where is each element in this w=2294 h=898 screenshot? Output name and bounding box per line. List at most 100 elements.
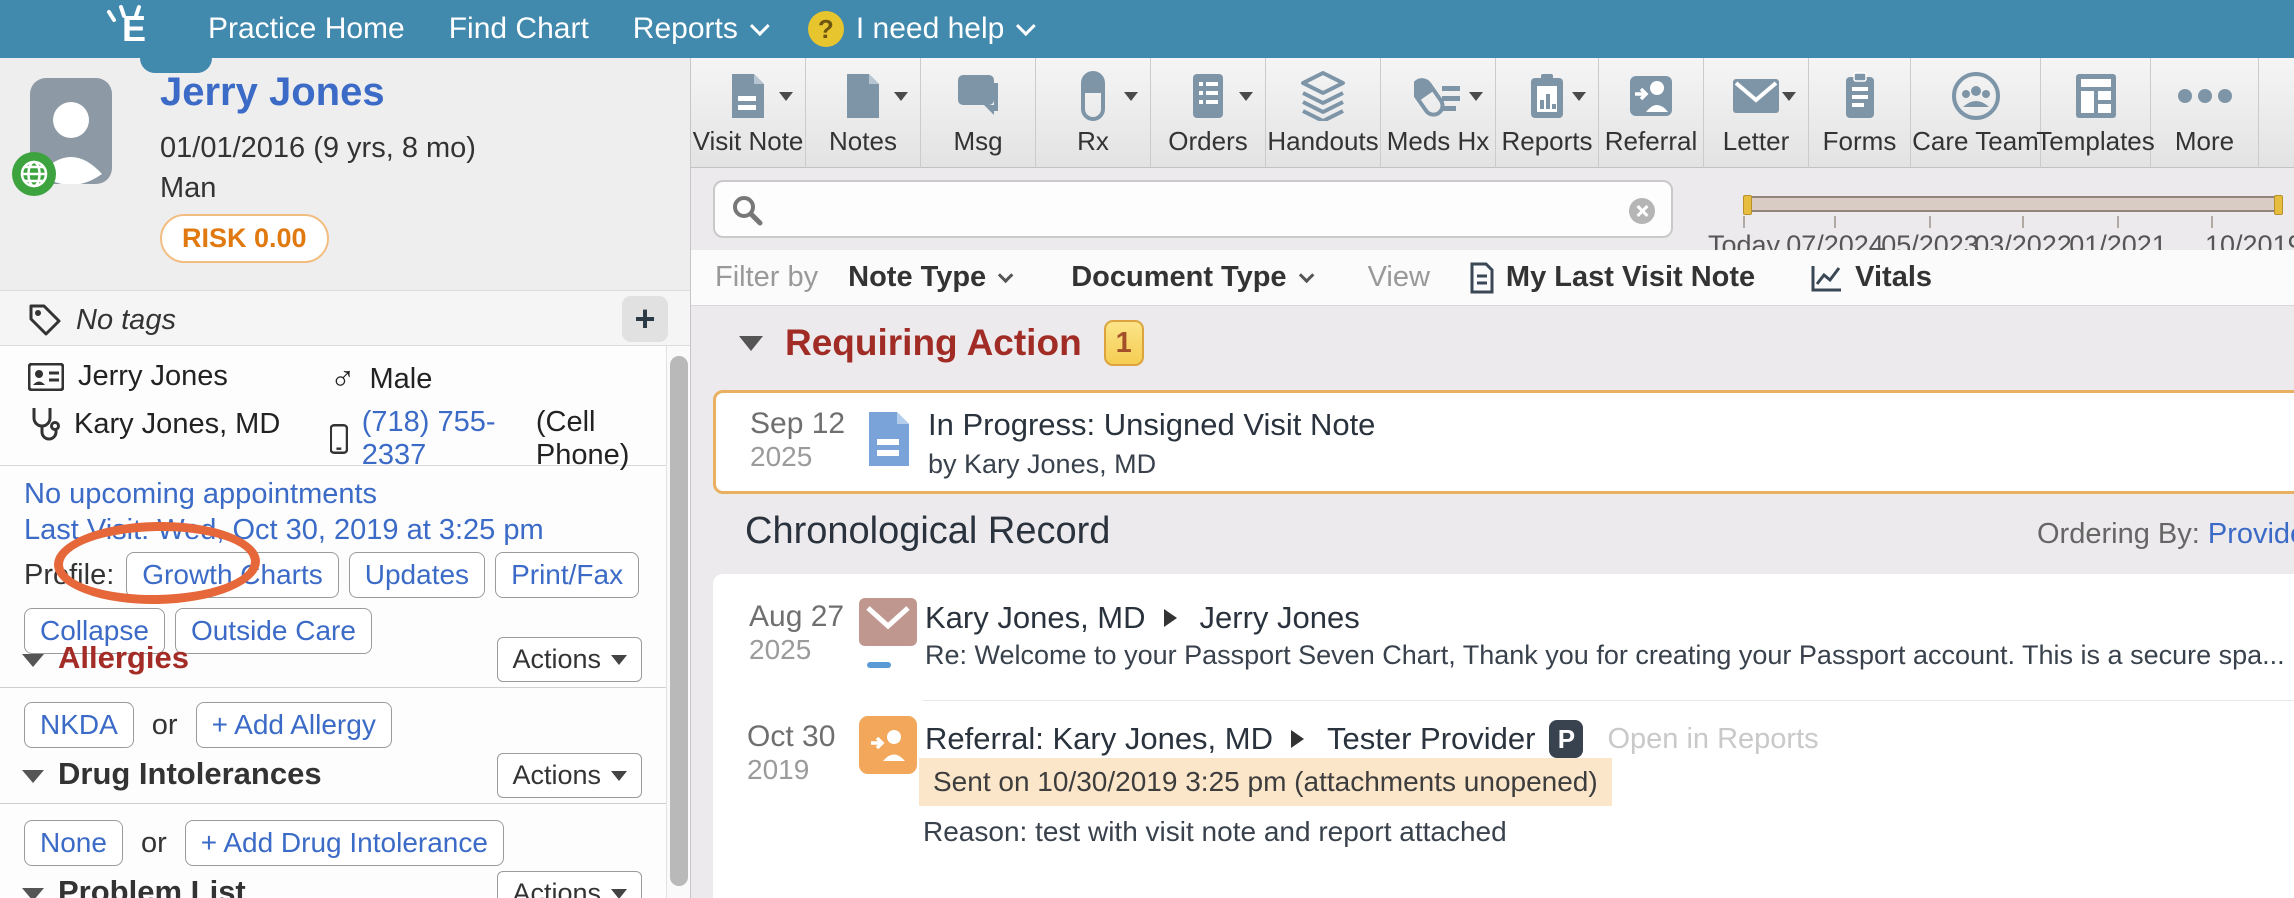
filter-by-label: Filter by — [715, 261, 818, 294]
referral-button[interactable]: Referral — [1599, 58, 1704, 168]
templates-button[interactable]: Templates — [2041, 58, 2151, 168]
problem-list-section-header: Problem List Actions — [0, 866, 666, 898]
entry-divider — [923, 700, 2294, 701]
toolbar-spacer — [2259, 58, 2294, 168]
record-content: Requiring Action 1 Sep 12 2025 In Progre… — [691, 306, 2294, 898]
collapse-arrow-icon[interactable] — [22, 888, 44, 898]
timeline-tick — [2117, 216, 2119, 228]
sidebar-scrollbar[interactable] — [666, 346, 690, 898]
upcoming-appointments-link[interactable]: No upcoming appointments — [24, 478, 377, 511]
entry-subtitle: by Kary Jones, MD — [928, 449, 1156, 480]
msg-button[interactable]: Msg — [921, 58, 1036, 168]
dropdown-caret-icon — [1469, 92, 1483, 108]
timeline-range-slider[interactable] — [1743, 196, 2283, 212]
visit-note-button[interactable]: Visit Note — [691, 58, 806, 168]
timeline-left-handle[interactable] — [1743, 195, 1752, 215]
more-button[interactable]: More — [2151, 58, 2259, 168]
handouts-button[interactable]: Handouts — [1266, 58, 1381, 168]
search-row: Today 07/2024 05/2023 03/2022 01/2021 10… — [691, 168, 2294, 250]
unsigned-note-card[interactable]: Sep 12 2025 In Progress: Unsigned Visit … — [713, 390, 2294, 494]
add-tag-button[interactable]: + — [622, 296, 668, 342]
ordering-by-value-link[interactable]: Provider Account — [2208, 518, 2294, 550]
entry-subtitle: Re: Welcome to your Passport Seven Chart… — [925, 640, 2285, 671]
history-timeline: Today 07/2024 05/2023 03/2022 01/2021 10… — [1743, 186, 2294, 250]
vitals-toggle[interactable]: Vitals — [1811, 261, 1932, 294]
demographics-panel: Jerry Jones ♂ Male Kary Jones, MD (718) … — [0, 346, 666, 466]
clear-search-icon[interactable] — [1629, 198, 1655, 224]
vitals-chart-icon — [1811, 264, 1843, 292]
add-drug-intolerance-button[interactable]: + Add Drug Intolerance — [185, 820, 504, 866]
notes-button[interactable]: Notes — [806, 58, 921, 168]
search-box — [713, 180, 1673, 238]
provider-portal-badge: P — [1549, 720, 1583, 758]
ordering-by-control[interactable]: Ordering By: Provider Account — [2037, 518, 2294, 551]
chart-toolbar: Visit Note Notes Msg Rx Orders — [691, 58, 2294, 168]
print-fax-button[interactable]: Print/Fax — [495, 552, 639, 598]
sent-status-highlight: Sent on 10/30/2019 3:25 pm (attachments … — [919, 758, 1612, 806]
growth-charts-button[interactable]: Growth Charts — [126, 552, 339, 598]
my-last-visit-note-toggle[interactable]: My Last Visit Note — [1470, 261, 1755, 294]
last-visit-link[interactable]: Last Visit: Wed, Oct 30, 2019 at 3:25 pm — [24, 514, 544, 547]
problem-list-actions-button[interactable]: Actions — [497, 871, 642, 898]
id-card-icon — [28, 363, 64, 391]
notes-icon — [845, 68, 881, 124]
note-type-dropdown[interactable]: Note Type — [848, 261, 1009, 294]
dropdown-caret-icon — [1239, 92, 1253, 108]
collapse-arrow-icon[interactable] — [22, 654, 44, 678]
nav-practice-home[interactable]: Practice Home — [208, 12, 405, 46]
ehr-app: E Practice Home Find Chart Reports ? I n… — [0, 0, 2294, 898]
rx-button[interactable]: Rx — [1036, 58, 1151, 168]
meds-hx-button[interactable]: Meds Hx — [1381, 58, 1496, 168]
cell-phone-icon — [330, 421, 348, 457]
allergies-actions-button[interactable]: Actions — [497, 637, 642, 682]
scrollbar-thumb[interactable] — [670, 356, 688, 886]
requiring-action-count-badge: 1 — [1104, 320, 1144, 366]
patient-sex: Man — [160, 172, 216, 205]
entry-date: Sep 12 2025 — [750, 407, 845, 473]
updates-button[interactable]: Updates — [349, 552, 485, 598]
dropdown-caret-icon — [1782, 92, 1796, 108]
orders-button[interactable]: Orders — [1151, 58, 1266, 168]
patient-dob-age: 01/01/2016 (9 yrs, 8 mo) — [160, 132, 476, 165]
portal-message-icon — [859, 598, 917, 646]
logo-letter: E — [122, 8, 146, 50]
none-button[interactable]: None — [24, 820, 123, 866]
patient-name[interactable]: Jerry Jones — [160, 70, 385, 115]
reports-button[interactable]: Reports — [1496, 58, 1599, 168]
timeline-tick — [1743, 216, 1745, 228]
chevron-down-icon — [611, 889, 627, 898]
view-label: View — [1368, 261, 1430, 294]
nav-find-chart[interactable]: Find Chart — [449, 12, 589, 46]
drug-intolerances-actions-button[interactable]: Actions — [497, 753, 642, 798]
clipboard-icon — [1844, 68, 1876, 124]
nav-reports-menu[interactable]: Reports — [633, 12, 764, 46]
phone-number-link[interactable]: (718) 755-2337 — [362, 406, 522, 472]
forms-button[interactable]: Forms — [1809, 58, 1911, 168]
letter-button[interactable]: Letter — [1704, 58, 1809, 168]
tag-icon — [28, 303, 62, 337]
chevron-down-icon — [611, 655, 627, 673]
nkda-button[interactable]: NKDA — [24, 702, 134, 748]
collapse-arrow-icon[interactable] — [739, 336, 763, 363]
chart-search-input[interactable] — [779, 186, 1619, 232]
timeline-right-handle[interactable] — [2274, 195, 2283, 215]
risk-score-badge[interactable]: RISK 0.00 — [160, 214, 329, 263]
care-team-button[interactable]: Care Team — [1911, 58, 2041, 168]
entry-title[interactable]: Referral: Kary Jones, MD Tester Provider… — [925, 720, 1819, 758]
visit-note-icon — [730, 68, 766, 124]
entry-title[interactable]: In Progress: Unsigned Visit Note — [928, 407, 1375, 443]
collapse-arrow-icon[interactable] — [22, 770, 44, 794]
chevron-down-icon — [611, 771, 627, 789]
chart-main-area: Visit Note Notes Msg Rx Orders — [690, 58, 2294, 898]
app-logo[interactable]: E — [104, 0, 164, 58]
add-allergy-button[interactable]: + Add Allergy — [196, 702, 392, 748]
chevron-down-icon — [998, 268, 1014, 284]
nav-help-menu[interactable]: ? I need help — [808, 11, 1030, 47]
entry-title[interactable]: Kary Jones, MD Jerry Jones — [925, 600, 1360, 636]
visit-note-doc-icon — [866, 409, 912, 469]
templates-layout-icon — [2074, 68, 2118, 124]
drug-intolerances-title: Drug Intolerances — [58, 756, 322, 792]
document-type-dropdown[interactable]: Document Type — [1071, 261, 1309, 294]
open-in-reports-link[interactable]: Open in Reports — [1607, 723, 1818, 756]
referral-person-icon — [1628, 68, 1674, 124]
